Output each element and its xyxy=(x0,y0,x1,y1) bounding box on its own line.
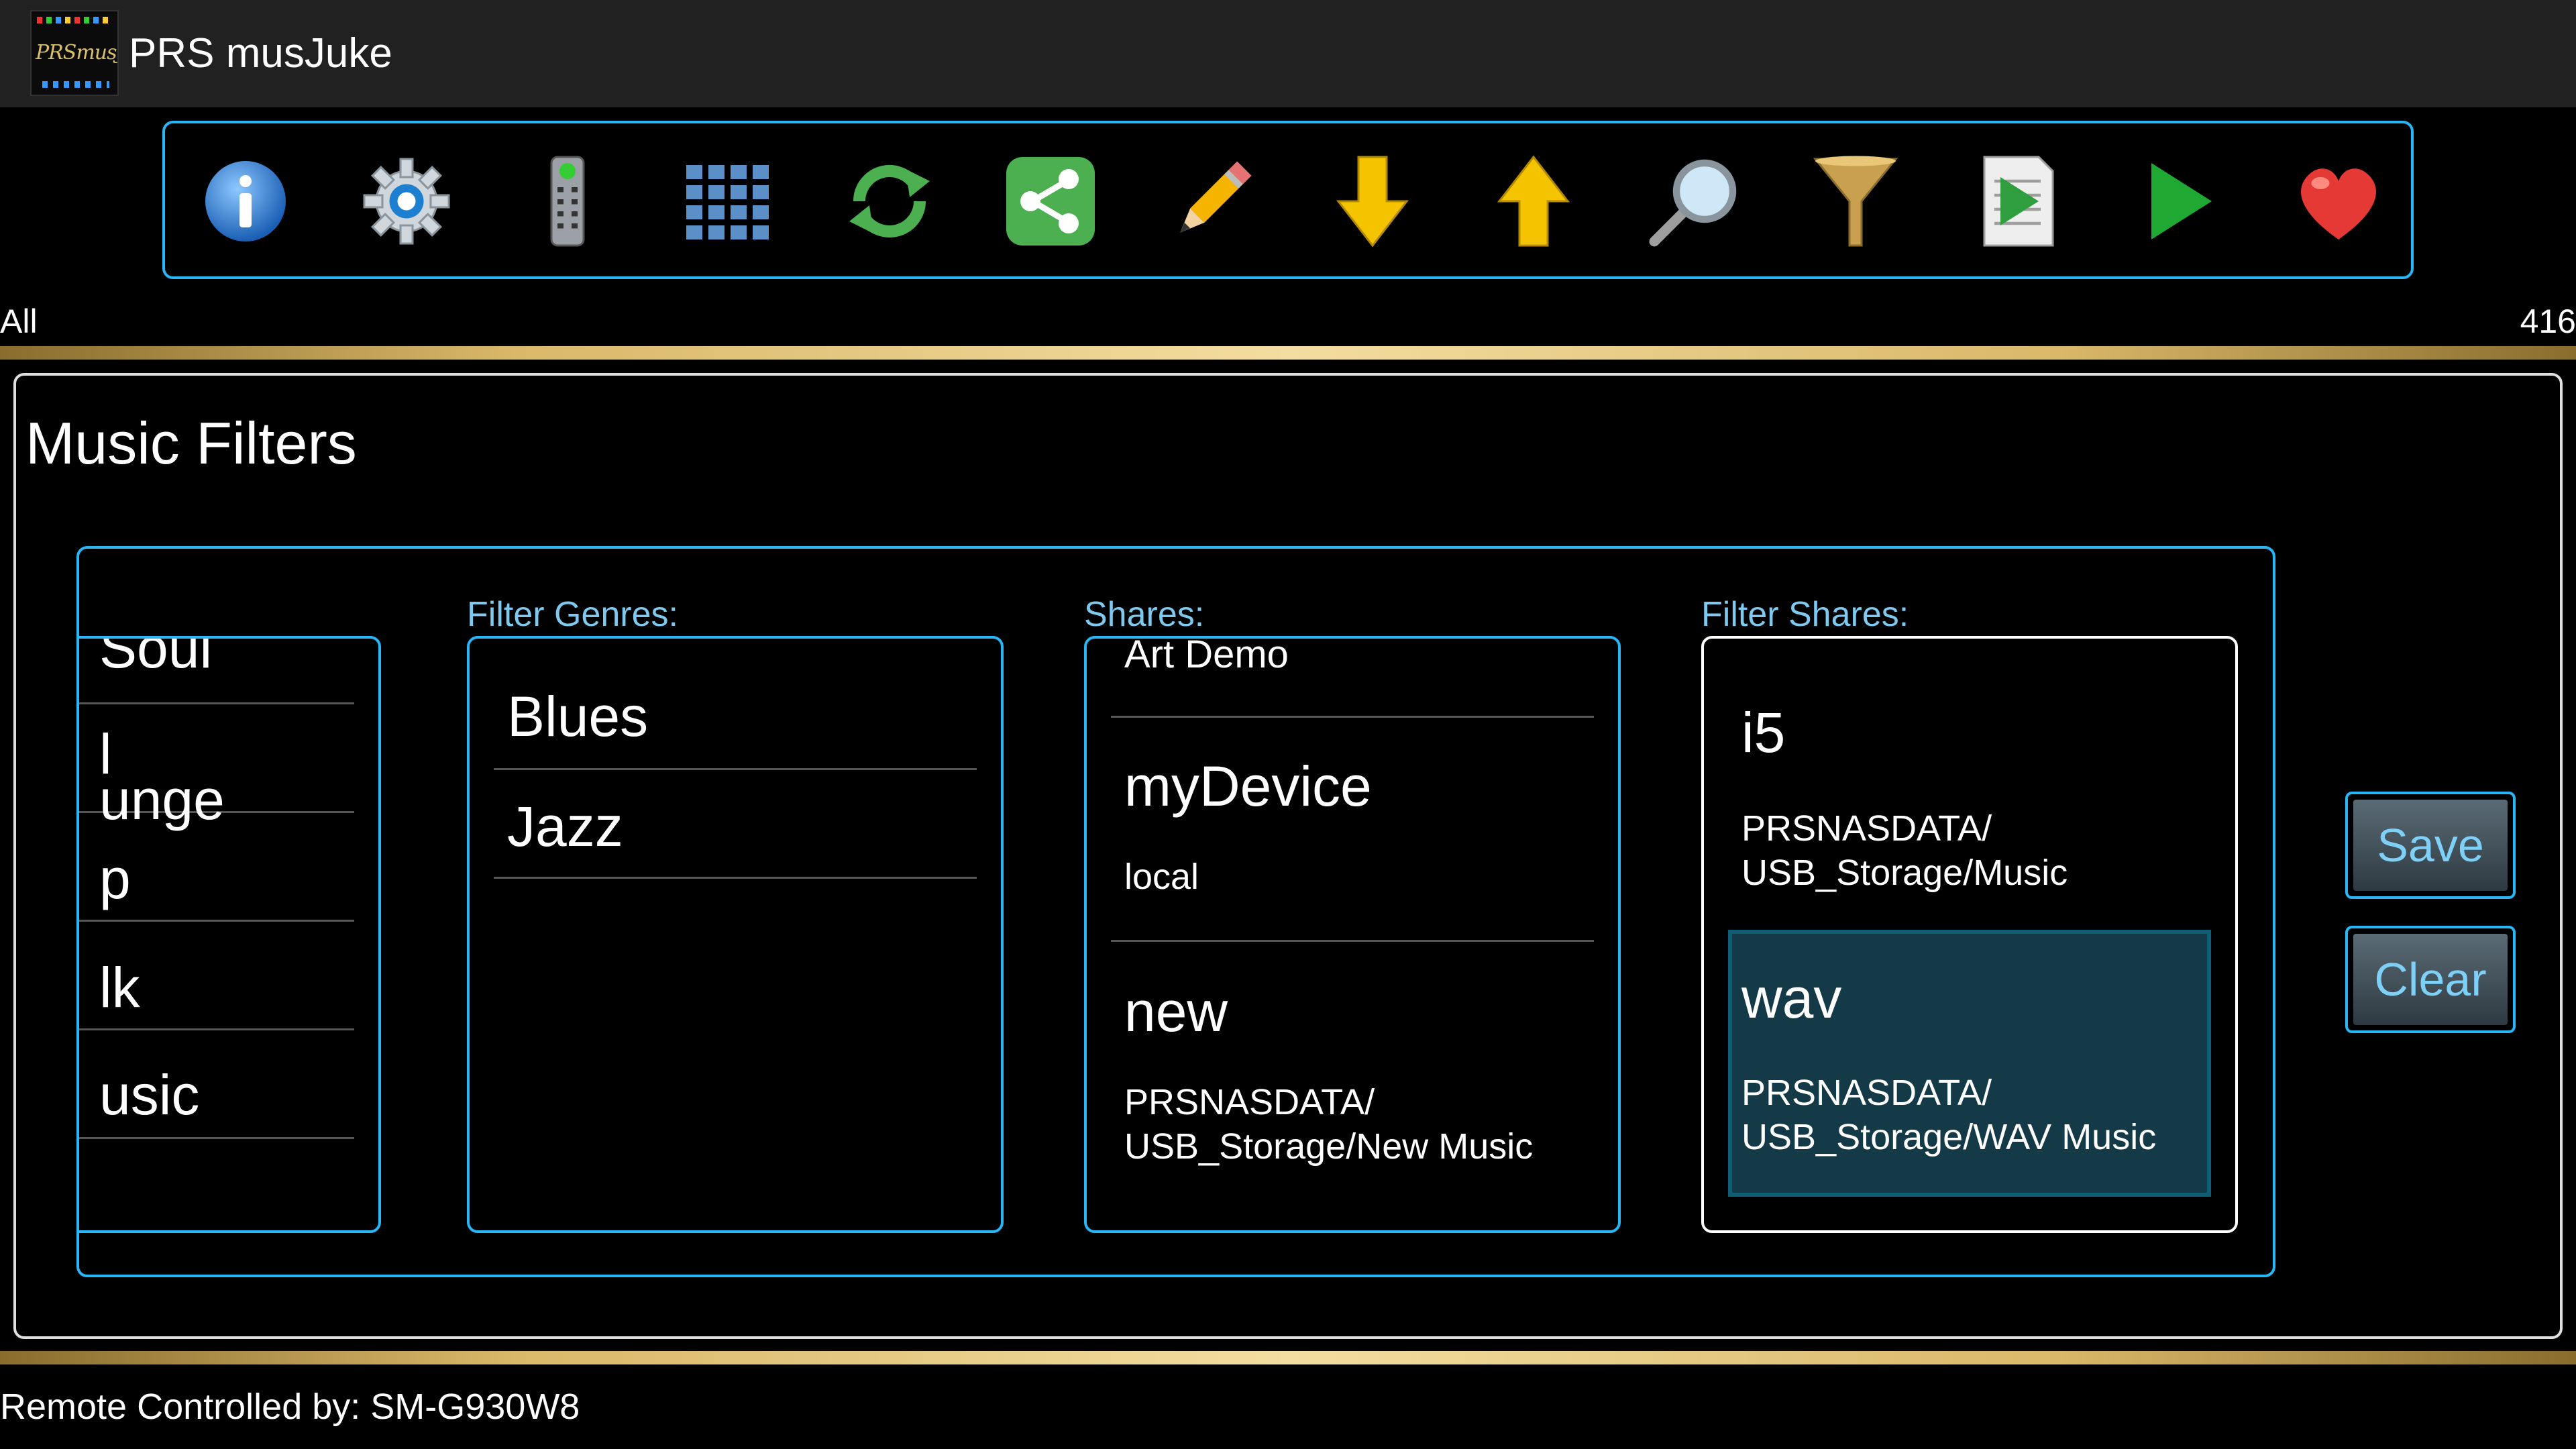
bottom-divider xyxy=(0,1351,2576,1364)
filter-shares-list[interactable]: i5 PRSNASDATA/ USB_Storage/Music wav PRS… xyxy=(1701,636,2238,1233)
filter-funnel-icon[interactable] xyxy=(1802,148,1909,255)
edit-pencil-icon[interactable] xyxy=(1158,148,1265,255)
list-item[interactable]: Blues xyxy=(494,639,977,770)
toolbar xyxy=(162,121,2414,279)
list-item[interactable]: Art Demo xyxy=(1111,639,1594,718)
settings-gear-icon[interactable] xyxy=(353,148,460,255)
list-item-selected[interactable]: wav PRSNASDATA/ USB_Storage/WAV Music xyxy=(1728,930,2211,1197)
save-button[interactable]: Save xyxy=(2345,792,2516,899)
search-magnifier-icon[interactable] xyxy=(1641,148,1748,255)
title-bar: PRSmusJuke PRS musJuke xyxy=(0,0,2576,107)
play-icon[interactable] xyxy=(2124,148,2231,255)
shares-list[interactable]: Art Demo myDevice local new PRSNASDATA/ … xyxy=(1084,636,1621,1233)
list-item[interactable]: p xyxy=(79,813,354,922)
filter-genres-label: Filter Genres: xyxy=(467,595,678,634)
share-icon[interactable] xyxy=(997,148,1104,255)
remote-status: Remote Controlled by: SM-G930W8 xyxy=(0,1387,580,1427)
genres-list[interactable]: Soul l unge p lk usic xyxy=(79,636,381,1233)
list-item[interactable]: l unge xyxy=(79,704,354,831)
app-title: PRS musJuke xyxy=(129,30,392,76)
list-item[interactable]: lk xyxy=(79,922,354,1030)
arrow-down-icon[interactable] xyxy=(1319,148,1426,255)
filter-genres-list[interactable]: Blues Jazz xyxy=(467,636,1004,1233)
list-item[interactable]: new PRSNASDATA/ USB_Storage/New Music xyxy=(1111,942,1594,1197)
panel-title: Music Filters xyxy=(25,410,357,476)
app-logo-text: PRSmusJuke xyxy=(36,41,117,64)
list-item[interactable]: Jazz xyxy=(494,770,977,879)
filters-container: Soul l unge p lk usic Filter Genres: Blu… xyxy=(76,546,2275,1277)
list-item[interactable]: i5 PRSNASDATA/ USB_Storage/Music xyxy=(1728,639,2211,930)
list-item[interactable]: Soul xyxy=(79,639,354,704)
music-filters-panel: Music Filters Soul l unge p lk usic Filt… xyxy=(13,373,2563,1339)
list-item[interactable]: myDevice local xyxy=(1111,718,1594,942)
arrow-up-icon[interactable] xyxy=(1480,148,1587,255)
grid-icon[interactable] xyxy=(675,148,782,255)
app-logo: PRSmusJuke xyxy=(30,10,119,96)
info-icon[interactable] xyxy=(192,148,299,255)
remote-control-icon[interactable] xyxy=(514,148,621,255)
filter-shares-label: Filter Shares: xyxy=(1701,595,1909,634)
status-track-count: 416 xyxy=(2520,303,2576,340)
status-filter-scope: All xyxy=(0,303,38,340)
playlist-icon[interactable] xyxy=(1963,148,2070,255)
list-item[interactable]: usic xyxy=(79,1030,354,1139)
favorite-heart-icon[interactable] xyxy=(2285,148,2392,255)
refresh-icon[interactable] xyxy=(836,148,943,255)
clear-button[interactable]: Clear xyxy=(2345,926,2516,1033)
top-divider xyxy=(0,346,2576,360)
shares-label: Shares: xyxy=(1084,595,1205,634)
